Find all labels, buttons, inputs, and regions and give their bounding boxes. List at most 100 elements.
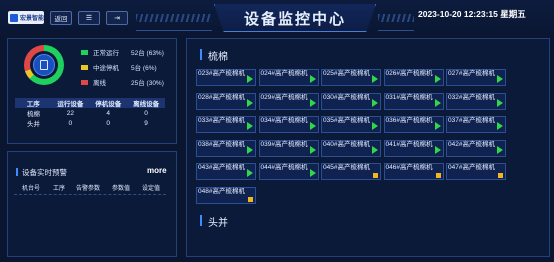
machine-name: 027#高产梳棉机 bbox=[448, 70, 495, 77]
legend-label: 中途停机 bbox=[93, 65, 119, 72]
machine-card[interactable]: 029#高产梳棉机 bbox=[258, 92, 319, 110]
legend-swatch-yellow bbox=[81, 64, 88, 70]
machine-name: 026#高产梳棉机 bbox=[385, 70, 433, 77]
running-status-icon bbox=[497, 75, 503, 83]
machine-name: 048#高产梳棉机 bbox=[198, 187, 245, 195]
table-header: 工序 bbox=[15, 98, 52, 108]
machine-card[interactable]: 024#高产梳棉机 bbox=[258, 69, 319, 86]
machine-card[interactable]: 038#高产梳棉机 bbox=[196, 139, 256, 157]
machine-status bbox=[497, 122, 503, 130]
machine-name: 046#高产梳棉机 bbox=[385, 164, 433, 171]
machine-card[interactable]: 041#高产梳棉机 bbox=[383, 139, 444, 157]
machine-status bbox=[309, 145, 316, 154]
machine-card[interactable]: 040#高产梳棉机 bbox=[321, 139, 381, 157]
machine-status bbox=[497, 75, 503, 83]
machine-card[interactable]: 026#高产梳棉机 bbox=[383, 69, 444, 86]
running-status-icon bbox=[497, 145, 503, 154]
table-cell: 0 bbox=[68, 119, 73, 127]
machine-status bbox=[434, 75, 441, 83]
machine-card[interactable]: 031#高产梳棉机 bbox=[383, 92, 444, 110]
machine-card[interactable]: 030#高产梳棉机 bbox=[321, 92, 381, 110]
machine-card[interactable]: 046#高产梳棉机 bbox=[383, 163, 444, 180]
machine-name: 033#高产梳棉机 bbox=[198, 117, 245, 124]
machine-name: 039#高产梳棉机 bbox=[260, 140, 308, 148]
machine-card[interactable]: 047#高产梳棉机 bbox=[446, 163, 506, 180]
stopped-status-icon bbox=[248, 196, 253, 202]
page-title: 设备监控中心 bbox=[243, 11, 346, 28]
table-row: 头并 0 0 9 bbox=[15, 118, 165, 129]
machine-name: 045#高产梳棉机 bbox=[323, 164, 370, 171]
machine-card[interactable]: 042#高产梳棉机 bbox=[446, 139, 506, 157]
machine-card[interactable]: 039#高产梳棉机 bbox=[258, 139, 319, 157]
machine-status bbox=[247, 122, 253, 130]
process-status-table: 工序 运行设备 停机设备 离线设备 梳棉 22 4 0 头并 0 0 9 bbox=[15, 98, 165, 128]
machine-card[interactable]: 045#高产梳棉机 bbox=[321, 163, 381, 180]
table-header: 告警参数 bbox=[75, 186, 100, 192]
export-button[interactable]: ⇥ bbox=[106, 11, 128, 25]
machine-card[interactable]: 032#高产梳棉机 bbox=[446, 92, 506, 110]
machine-card[interactable]: 035#高产梳棉机 bbox=[321, 116, 381, 133]
running-status-icon bbox=[247, 169, 253, 177]
table-row: 梳棉 22 4 0 bbox=[15, 108, 165, 119]
machine-status bbox=[248, 193, 253, 202]
machine-card[interactable]: 036#高产梳棉机 bbox=[383, 116, 444, 133]
machine-name: 023#高产梳棉机 bbox=[198, 70, 245, 77]
stopped-status-icon bbox=[373, 173, 378, 178]
list-button[interactable]: ☰ bbox=[78, 11, 100, 25]
machine-status bbox=[247, 75, 253, 83]
header-stripes-right bbox=[378, 14, 414, 22]
machine-name: 037#高产梳棉机 bbox=[448, 117, 495, 124]
header-line-right bbox=[378, 30, 414, 31]
machine-card[interactable]: 027#高产梳棉机 bbox=[446, 69, 506, 86]
logo-mark-icon bbox=[10, 13, 18, 22]
machine-name: 040#高产梳棉机 bbox=[323, 140, 370, 148]
legend-swatch-red bbox=[81, 79, 88, 85]
legend-value: 52台 (63%) bbox=[131, 50, 164, 57]
machine-status bbox=[434, 145, 441, 154]
table-cell: 4 bbox=[106, 109, 110, 117]
machine-card[interactable]: 037#高产梳棉机 bbox=[446, 116, 506, 133]
running-status-icon bbox=[309, 145, 316, 154]
machine-card[interactable]: 033#高产梳棉机 bbox=[196, 116, 256, 133]
machine-card[interactable]: 034#高产梳棉机 bbox=[258, 116, 319, 133]
machine-card[interactable]: 025#高产梳棉机 bbox=[321, 69, 381, 86]
table-header: 参数值 bbox=[111, 186, 130, 192]
running-status-icon bbox=[434, 98, 441, 107]
table-cell: 头并 bbox=[27, 121, 40, 128]
machine-card[interactable]: 044#高产梳棉机 bbox=[258, 163, 319, 180]
legend-value: 5台 (6%) bbox=[131, 65, 157, 72]
machine-name: 024#高产梳棉机 bbox=[260, 70, 308, 77]
machine-status bbox=[309, 98, 316, 107]
group-title-drawing: 头并 bbox=[200, 214, 228, 229]
machine-card[interactable]: 028#高产梳棉机 bbox=[196, 92, 256, 110]
header-line-left bbox=[136, 30, 212, 31]
machine-status bbox=[497, 98, 503, 107]
running-status-icon bbox=[434, 145, 441, 154]
running-status-icon bbox=[247, 122, 253, 130]
machine-name: 034#高产梳棉机 bbox=[260, 117, 308, 124]
machine-card[interactable]: 043#高产梳棉机 bbox=[196, 163, 256, 180]
machine-status bbox=[372, 122, 378, 130]
machine-status bbox=[434, 98, 441, 107]
machine-status bbox=[497, 145, 503, 154]
machine-card[interactable]: 023#高产梳棉机 bbox=[196, 69, 256, 86]
table-cell: 22 bbox=[66, 109, 74, 117]
back-button[interactable]: 返回 bbox=[50, 11, 72, 25]
table-header: 离线设备 bbox=[127, 98, 165, 108]
machine-status bbox=[247, 145, 253, 154]
machine-card[interactable]: 048#高产梳棉机 bbox=[196, 186, 256, 204]
more-link[interactable]: more bbox=[147, 166, 167, 175]
running-status-icon bbox=[247, 98, 253, 107]
table-cell: 0 bbox=[144, 109, 148, 117]
running-status-icon bbox=[247, 75, 253, 83]
alerts-title: 设备实时预警 bbox=[16, 168, 67, 177]
running-status-icon bbox=[372, 98, 378, 107]
running-status-icon bbox=[309, 169, 316, 177]
machine-name: 041#高产梳棉机 bbox=[385, 140, 433, 148]
running-status-icon bbox=[372, 75, 378, 83]
legend-value: 25台 (30%) bbox=[131, 80, 164, 87]
running-status-icon bbox=[309, 122, 316, 130]
machine-name: 047#高产梳棉机 bbox=[448, 164, 495, 171]
machine-name: 036#高产梳棉机 bbox=[385, 117, 433, 124]
running-status-icon bbox=[309, 75, 316, 83]
